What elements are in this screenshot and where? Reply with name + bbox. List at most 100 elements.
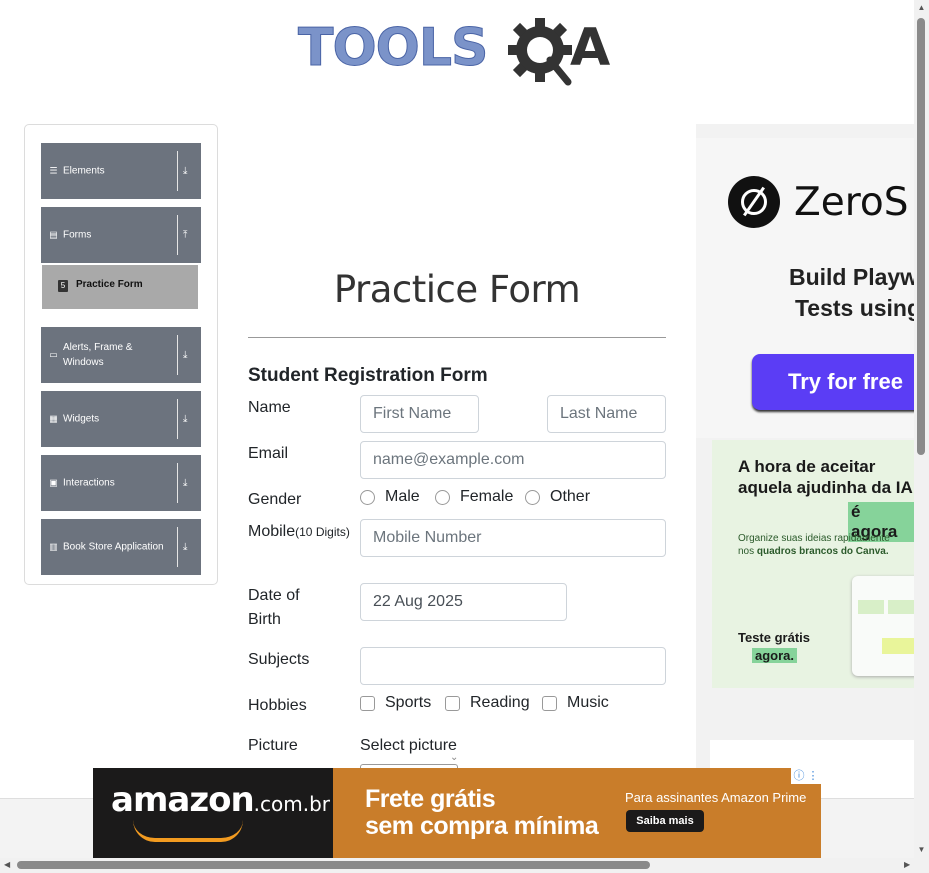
- separator: [177, 399, 178, 439]
- gender-radio-male[interactable]: Male: [360, 488, 420, 506]
- separator: [177, 151, 178, 191]
- zerostep-logo-icon: [728, 176, 780, 228]
- hobby-checkbox-reading[interactable]: Reading: [445, 694, 530, 712]
- expand-icon[interactable]: ⤓: [183, 478, 187, 489]
- radio-circle[interactable]: [435, 489, 450, 505]
- form-heading: Student Registration Form: [248, 365, 488, 386]
- bottom-advertisement[interactable]: amazon.com.br Frete grátis sem compra mí…: [93, 768, 821, 858]
- checkbox-box[interactable]: [542, 695, 557, 711]
- nav-group-label: Widgets: [63, 413, 100, 425]
- gender-radio-other[interactable]: Other: [525, 488, 590, 506]
- widgets-icon: ▦: [49, 413, 58, 424]
- nav-group-alerts[interactable]: ▭ Alerts, Frame & Windows ⤓: [41, 327, 201, 383]
- logo-text-a: A: [570, 18, 611, 78]
- nav-group-label: Interactions: [63, 477, 115, 489]
- hobby-checkbox-sports[interactable]: Sports: [360, 694, 431, 712]
- ad-tagline: Build Playwr Tests using: [758, 262, 914, 324]
- nav-group-elements[interactable]: ☰ Elements ⤓: [41, 143, 201, 199]
- radio-circle[interactable]: [360, 489, 375, 505]
- date-of-birth-input[interactable]: 22 Aug 2025: [360, 583, 567, 621]
- radio-circle[interactable]: [525, 489, 540, 505]
- picture-label: Picture: [248, 737, 298, 754]
- separator: [177, 463, 178, 503]
- hobby-checkbox-music[interactable]: Music: [542, 694, 609, 712]
- subjects-label: Subjects: [248, 651, 310, 668]
- toolsqa-logo[interactable]: TOOLS A: [297, 14, 628, 94]
- last-name-input[interactable]: [547, 395, 666, 433]
- logo-text-tools: TOOLS: [297, 18, 488, 78]
- ad-tagline-line2: Tests using: [794, 295, 914, 321]
- canva-cta-line2: agora.: [752, 648, 798, 663]
- book-icon: ▥: [49, 541, 58, 552]
- canva-description: Organize suas ideias rapidamente nos qua…: [738, 532, 890, 558]
- nav-group-label: Book Store Application: [63, 541, 164, 553]
- ad-headline-line1: Frete grátis: [365, 785, 496, 813]
- mobile-label: Mobile(10 Digits): [248, 520, 365, 544]
- select-picture-text: Select picture: [360, 737, 457, 754]
- radio-label: Female: [460, 488, 514, 505]
- left-sidebar: ☰ Elements ⤓ ▤ Forms ⤒ 5 Practice Form ▭…: [24, 124, 218, 585]
- nav-group-widgets[interactable]: ▦ Widgets ⤓: [41, 391, 201, 447]
- canva-ad[interactable]: A hora de aceitar aquela ajudinha da IA …: [712, 440, 914, 688]
- html5-icon: 5: [58, 280, 68, 292]
- canva-headline: A hora de aceitar aquela ajudinha da IA: [738, 456, 913, 498]
- vertical-scroll-thumb[interactable]: [917, 18, 925, 455]
- horizontal-scroll-thumb[interactable]: [17, 861, 650, 869]
- collapse-icon[interactable]: ⤒: [183, 230, 187, 241]
- side-advertisement[interactable]: ZeroS Build Playwr Tests using Try for f…: [696, 124, 914, 798]
- expand-icon[interactable]: ⤓: [183, 542, 187, 553]
- gender-radio-female[interactable]: Female: [435, 488, 513, 506]
- window-icon: ▭: [49, 349, 58, 360]
- amazon-brand-text: amazon: [111, 780, 255, 820]
- nav-group-book-store[interactable]: ▥ Book Store Application ⤓: [41, 519, 201, 575]
- checkbox-label: Reading: [470, 694, 530, 711]
- expand-icon[interactable]: ⤓: [183, 414, 187, 425]
- nav-group-interactions[interactable]: ▣ Interactions ⤓: [41, 455, 201, 511]
- canva-description-line1: Organize suas ideias rapidamente: [738, 533, 890, 544]
- canva-headline-line2: aquela ajudinha da IA: [738, 478, 913, 497]
- vertical-scrollbar[interactable]: ▲ ▼: [914, 0, 929, 858]
- mobile-hint: (10 Digits): [295, 525, 350, 539]
- interactions-icon: ▣: [49, 477, 58, 488]
- form-icon: ▤: [49, 229, 58, 240]
- ad-headline-line2: sem compra mínima: [365, 812, 599, 840]
- first-name-input[interactable]: [360, 395, 479, 433]
- subjects-input[interactable]: [360, 647, 666, 685]
- radio-label: Male: [385, 488, 420, 505]
- amazon-smile-icon: [133, 820, 243, 842]
- mobile-input[interactable]: [360, 519, 666, 557]
- canva-desc-bold: quadros brancos do Canva.: [756, 546, 889, 557]
- prime-text: Para assinantes Amazon Prime: [625, 790, 807, 805]
- scroll-up-arrow-icon[interactable]: ▲: [917, 3, 926, 12]
- expand-icon[interactable]: ⤓: [183, 166, 187, 177]
- separator: [177, 335, 178, 375]
- checkbox-box[interactable]: [360, 695, 375, 711]
- nav-group-label: Alerts, Frame & Windows: [63, 342, 133, 368]
- ad-brand-text: ZeroS: [794, 180, 909, 225]
- canva-headline-line1: A hora de aceitar: [738, 457, 876, 476]
- checkbox-label: Music: [567, 694, 609, 711]
- sticky-note: [882, 638, 914, 654]
- nav-item-practice-form[interactable]: 5 Practice Form: [42, 265, 198, 309]
- horizontal-scrollbar[interactable]: ◀ ▶: [0, 858, 929, 873]
- chevron-down-icon: ⌄: [450, 752, 459, 763]
- separator: [177, 215, 178, 255]
- whiteboard-preview-image: [852, 576, 914, 676]
- gender-label: Gender: [248, 491, 302, 508]
- nav-group-forms[interactable]: ▤ Forms ⤒: [41, 207, 201, 263]
- checkbox-box[interactable]: [445, 695, 460, 711]
- separator: [177, 527, 178, 567]
- checkbox-label: Sports: [385, 694, 432, 711]
- try-for-free-button[interactable]: Try for free: [752, 354, 914, 410]
- scroll-down-arrow-icon[interactable]: ▼: [917, 845, 926, 854]
- mobile-label-text: Mobile: [248, 523, 296, 540]
- scroll-left-arrow-icon[interactable]: ◀: [4, 860, 10, 869]
- canva-cta-line1: Teste grátis: [738, 630, 811, 645]
- saiba-mais-button[interactable]: Saiba mais: [626, 810, 704, 832]
- email-label: Email: [248, 445, 289, 462]
- scroll-right-arrow-icon[interactable]: ▶: [904, 860, 910, 869]
- expand-icon[interactable]: ⤓: [183, 350, 187, 361]
- page-title: Practice Form: [333, 268, 581, 311]
- email-input[interactable]: [360, 441, 666, 479]
- ad-info-icon[interactable]: ⓘ ⋮: [791, 768, 821, 784]
